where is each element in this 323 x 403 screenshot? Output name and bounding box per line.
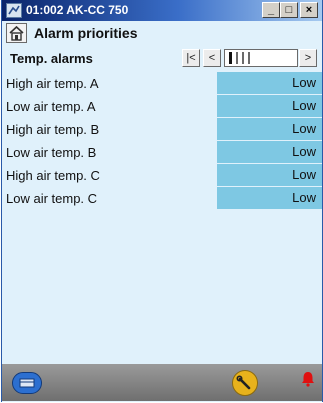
priority-value[interactable]: Low xyxy=(217,95,322,117)
list-item: High air temp. B Low xyxy=(2,118,322,140)
list-item: High air temp. A Low xyxy=(2,72,322,94)
home-icon[interactable] xyxy=(6,23,27,43)
close-button[interactable]: × xyxy=(300,2,318,18)
page-indicator-mark xyxy=(236,52,238,64)
bell-icon[interactable] xyxy=(300,370,316,388)
priority-value[interactable]: Low xyxy=(217,164,322,186)
alarm-label: High air temp. B xyxy=(6,122,100,137)
maximize-button[interactable]: □ xyxy=(280,2,298,18)
next-page-button[interactable]: > xyxy=(299,49,317,67)
window-title: 01:002 AK-CC 750 xyxy=(26,3,129,17)
page-title: Alarm priorities xyxy=(34,25,138,41)
priority-value[interactable]: Low xyxy=(217,72,322,94)
menu-icon[interactable] xyxy=(12,372,42,394)
title-bar[interactable]: 01:002 AK-CC 750 _ □ × xyxy=(2,0,322,21)
page-indicator xyxy=(224,49,298,67)
page-indicator-mark xyxy=(242,52,244,64)
alarm-label: High air temp. A xyxy=(6,76,99,91)
wrench-icon[interactable] xyxy=(232,370,258,396)
alarm-label: Low air temp. C xyxy=(6,191,98,206)
first-page-button[interactable]: |< xyxy=(182,49,200,67)
prev-page-button[interactable]: < xyxy=(203,49,221,67)
app-icon xyxy=(6,3,22,18)
section-label: Temp. alarms xyxy=(10,51,93,66)
bottom-toolbar xyxy=(2,364,322,401)
list-item: Low air temp. B Low xyxy=(2,141,322,163)
alarm-label: Low air temp. A xyxy=(6,99,96,114)
priority-value[interactable]: Low xyxy=(217,141,322,163)
alarm-label: High air temp. C xyxy=(6,168,100,183)
list-item: Low air temp. C Low xyxy=(2,187,322,209)
list-item: High air temp. C Low xyxy=(2,164,322,186)
page-indicator-current xyxy=(229,52,232,64)
priority-value[interactable]: Low xyxy=(217,187,322,209)
app-window: 01:002 AK-CC 750 _ □ × Alarm priorities … xyxy=(1,0,323,402)
priority-value[interactable]: Low xyxy=(217,118,322,140)
alarm-label: Low air temp. B xyxy=(6,145,97,160)
section-nav: Temp. alarms |< < > xyxy=(2,46,322,70)
alarm-priority-list: High air temp. A Low Low air temp. A Low… xyxy=(2,72,322,210)
list-item: Low air temp. A Low xyxy=(2,95,322,117)
minimize-button[interactable]: _ xyxy=(262,2,280,18)
page-indicator-mark xyxy=(248,52,250,64)
